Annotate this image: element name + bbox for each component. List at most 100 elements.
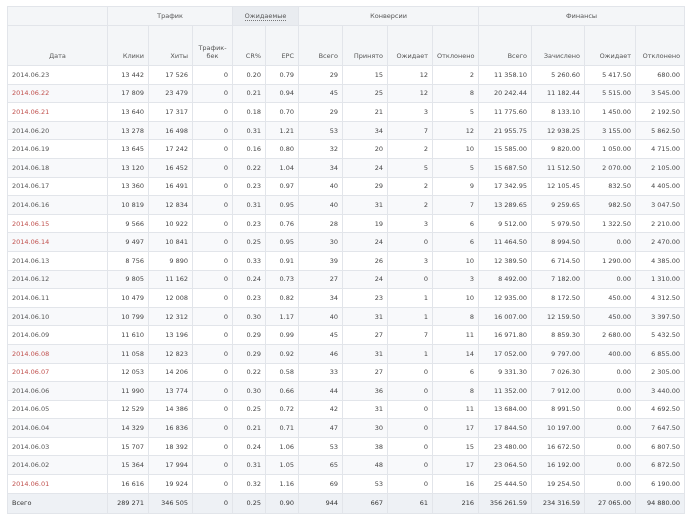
cell-epc: 0.71: [265, 418, 300, 438]
col-date[interactable]: Дата: [7, 25, 108, 66]
col-epc[interactable]: EPC: [265, 25, 300, 66]
cell-clicks: 11 610: [107, 325, 149, 345]
col-hits[interactable]: Хиты: [148, 25, 193, 66]
row-date: 2014.06.16: [7, 195, 108, 215]
row-date[interactable]: 2014.06.01: [7, 474, 108, 494]
cell-conv-pending: 0: [387, 381, 434, 401]
row-date[interactable]: 2014.06.22: [7, 83, 108, 104]
cell-fin-rejected: 3 047.50: [635, 195, 686, 215]
col-fin-pending[interactable]: Ожидает: [584, 25, 637, 66]
table-row: 2014.06.13 8 756 9 890 0 0.33 0.91 39 26 3 10 12 3…: [7, 250, 686, 271]
cell-fin-rejected: 3 440.00: [635, 381, 686, 401]
total-clicks: 289 271: [107, 492, 149, 514]
row-date[interactable]: 2014.06.14: [7, 232, 108, 252]
cell-hits: 10 922: [148, 213, 193, 234]
col-cr[interactable]: CR%: [232, 25, 267, 66]
group-expected-label: Ожидаемые: [244, 12, 287, 21]
col-fin-credited[interactable]: Зачислено: [531, 25, 586, 66]
col-conv-accepted[interactable]: Принято: [342, 25, 389, 66]
cell-trafficback: 0: [191, 381, 234, 401]
cell-fin-credited: 9 259.65: [531, 195, 586, 215]
col-conv-rejected[interactable]: Отклонено: [432, 25, 480, 66]
cell-hits: 17 526: [148, 65, 193, 85]
cell-fin-rejected: 2 105.00: [635, 157, 686, 178]
col-clicks[interactable]: Клики: [107, 25, 149, 66]
cell-fin-pending: 982.50: [584, 195, 637, 215]
cell-cr: 0.21: [232, 418, 267, 438]
row-date[interactable]: 2014.06.07: [7, 362, 108, 383]
cell-trafficback: 0: [191, 65, 234, 85]
cell-conv-accepted: 27: [342, 325, 389, 345]
cell-fin-credited: 8 133.10: [531, 102, 586, 122]
row-date: 2014.06.02: [7, 455, 108, 476]
cell-conv-total: 53: [298, 436, 344, 457]
cell-fin-credited: 7 912.00: [531, 381, 586, 401]
cell-epc: 1.21: [265, 120, 300, 141]
cell-epc: 0.91: [265, 250, 300, 271]
row-date[interactable]: 2014.06.08: [7, 343, 108, 364]
col-fin-total[interactable]: Всего: [478, 25, 533, 66]
row-date: 2014.06.06: [7, 381, 108, 401]
cell-fin-total: 15 687.50: [478, 157, 533, 178]
cell-hits: 12 312: [148, 306, 193, 327]
row-date[interactable]: 2014.06.15: [7, 213, 108, 234]
cell-epc: 0.92: [265, 343, 300, 364]
total-hits: 346 505: [148, 492, 193, 514]
cell-clicks: 9 497: [107, 232, 149, 252]
cell-conv-pending: 1: [387, 343, 434, 364]
row-date[interactable]: 2014.06.21: [7, 102, 108, 122]
cell-epc: 0.95: [265, 232, 300, 252]
cell-fin-rejected: 6 855.00: [635, 343, 686, 364]
cell-clicks: 9 566: [107, 213, 149, 234]
group-expected[interactable]: Ожидаемые: [232, 6, 300, 26]
cell-conv-total: 45: [298, 325, 344, 345]
col-fin-rejected[interactable]: Отклонено: [635, 25, 686, 66]
table-header: Трафик Ожидаемые Конверсии Финансы Дата …: [7, 6, 686, 66]
cell-fin-credited: 5 260.60: [531, 65, 586, 85]
table-row: 2014.06.15 9 566 10 922 0 0.23 0.76 28 19 3 6 9 51…: [7, 213, 686, 234]
row-date: 2014.06.11: [7, 288, 108, 308]
table-row: 2014.06.09 11 610 13 196 0 0.29 0.99 45 27 7 11 16…: [7, 325, 686, 345]
table-row: 2014.06.16 10 819 12 834 0 0.31 0.95 40 31 2 7 13 …: [7, 195, 686, 215]
cell-epc: 1.04: [265, 157, 300, 178]
cell-clicks: 10 479: [107, 288, 149, 308]
row-date: 2014.06.04: [7, 418, 108, 438]
cell-conv-accepted: 29: [342, 176, 389, 197]
cell-hits: 12 823: [148, 343, 193, 364]
cell-conv-rejected: 10: [432, 250, 480, 271]
row-date: 2014.06.09: [7, 325, 108, 345]
cell-trafficback: 0: [191, 436, 234, 457]
cell-hits: 12 008: [148, 288, 193, 308]
table-row: 2014.06.22 17 809 23 479 0 0.21 0.94 45 25 12 8 20…: [7, 83, 686, 104]
cell-fin-rejected: 5 432.50: [635, 325, 686, 345]
table-footer: Всего 289 271 346 505 0 0.25 0.90 944 667 61 216…: [7, 492, 686, 514]
col-conv-total[interactable]: Всего: [298, 25, 344, 66]
cell-cr: 0.33: [232, 250, 267, 271]
table-row: 2014.06.21 13 640 17 317 0 0.18 0.70 29 21 3 5 11 …: [7, 102, 686, 122]
cell-fin-total: 13 289.65: [478, 195, 533, 215]
cell-hits: 23 479: [148, 83, 193, 104]
cell-conv-total: 29: [298, 65, 344, 85]
cell-conv-accepted: 53: [342, 474, 389, 494]
cell-trafficback: 0: [191, 139, 234, 159]
cell-fin-rejected: 2 470.00: [635, 232, 686, 252]
cell-hits: 18 392: [148, 436, 193, 457]
cell-conv-total: 32: [298, 139, 344, 159]
col-trafficback[interactable]: Трафик-бек: [191, 25, 234, 66]
cell-conv-pending: 1: [387, 288, 434, 308]
cell-epc: 1.06: [265, 436, 300, 457]
cell-fin-total: 11 464.50: [478, 232, 533, 252]
cell-conv-rejected: 2: [432, 65, 480, 85]
cell-epc: 1.17: [265, 306, 300, 327]
total-trafficback: 0: [191, 492, 234, 514]
cell-fin-total: 8 492.00: [478, 269, 533, 290]
cell-hits: 14 206: [148, 362, 193, 383]
cell-fin-total: 13 684.00: [478, 399, 533, 420]
col-conv-pending[interactable]: Ожидает: [387, 25, 434, 66]
total-conv-total: 944: [298, 492, 344, 514]
cell-hits: 16 491: [148, 176, 193, 197]
total-fin-pending: 27 065.00: [584, 492, 637, 514]
cell-fin-credited: 5 979.50: [531, 213, 586, 234]
cell-hits: 14 386: [148, 399, 193, 420]
cell-trafficback: 0: [191, 213, 234, 234]
